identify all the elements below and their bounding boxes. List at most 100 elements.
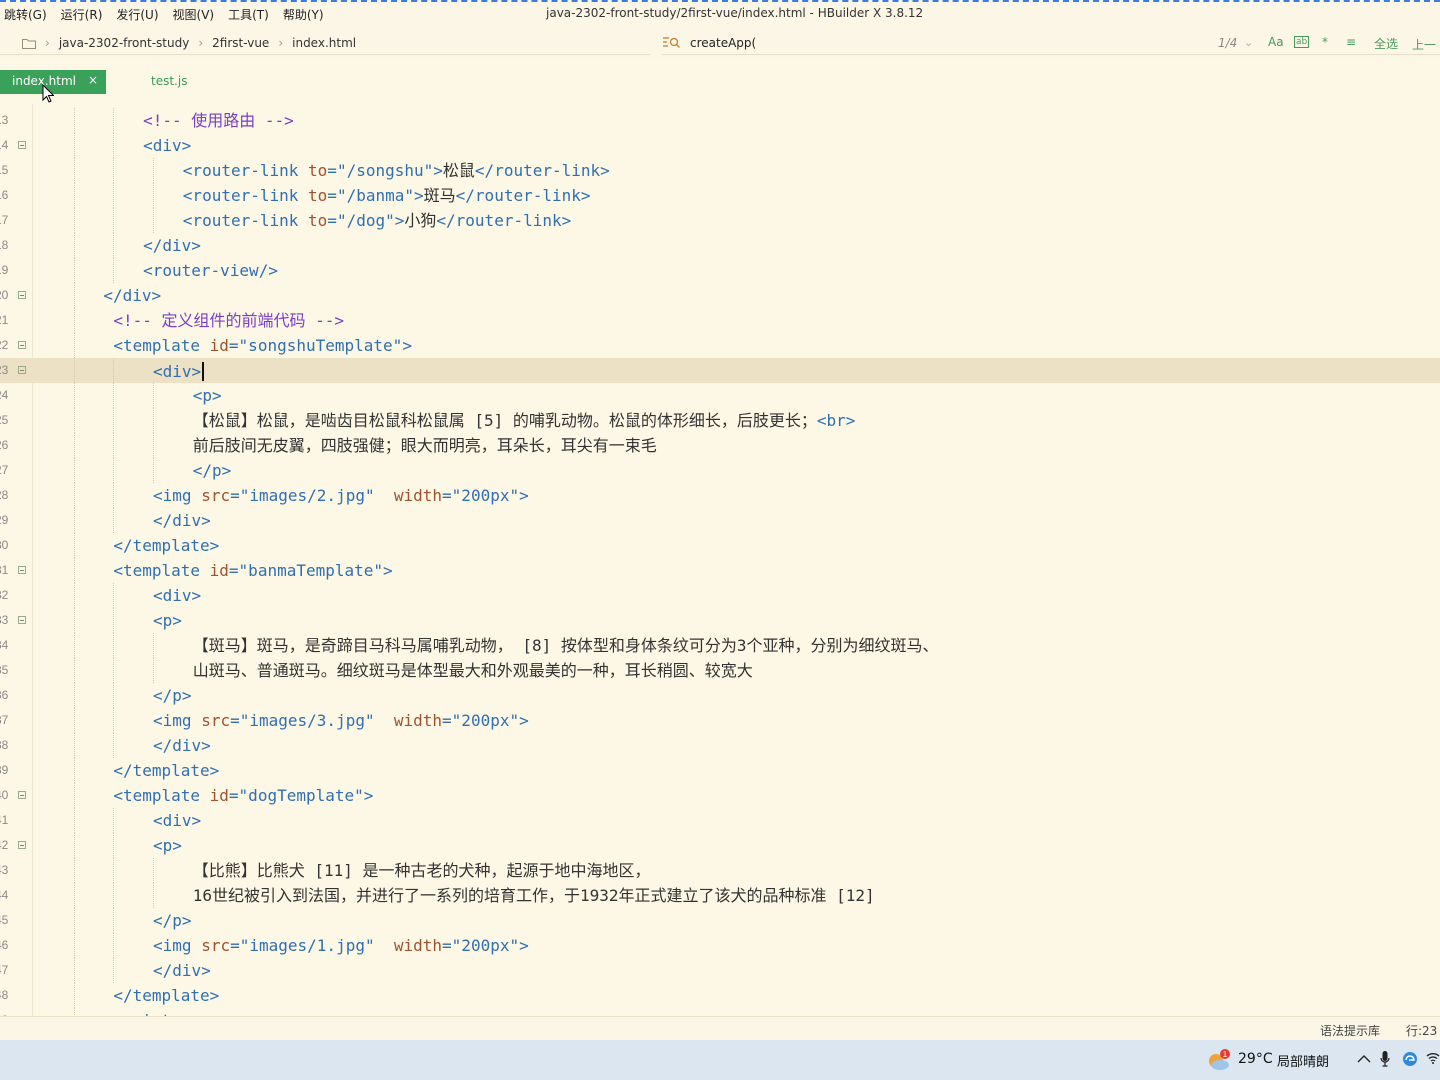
line-number[interactable]: 46 <box>0 933 15 958</box>
previous-match-button[interactable]: 上一 <box>1412 36 1436 53</box>
code-line[interactable]: 49 <script> <box>0 1008 1440 1016</box>
code-text[interactable]: </div> <box>153 733 211 758</box>
code-text[interactable]: </div> <box>143 233 201 258</box>
line-number[interactable]: 35 <box>0 658 15 683</box>
tab-test-js[interactable]: test.js <box>151 74 187 88</box>
code-line[interactable]: 14 <div> <box>0 133 1440 158</box>
line-number[interactable]: 37 <box>0 708 15 733</box>
folder-icon[interactable] <box>22 38 36 49</box>
code-line[interactable]: 34 【斑马】斑马，是奇蹄目马科马属哺乳动物， [8] 按体型和身体条纹可分为3个… <box>0 633 1440 658</box>
line-number[interactable]: 16 <box>0 183 15 208</box>
search-bar[interactable]: createApp( 1/4 ⌄ Aa ab * ≡ 全选 上一 <box>662 34 1440 56</box>
code-line[interactable]: 27 </p> <box>0 458 1440 483</box>
weather-description[interactable]: 局部晴朗 <box>1277 1051 1329 1070</box>
line-number[interactable]: 42 <box>0 833 15 858</box>
code-editor[interactable]: 13<!-- 使用路由 -->14<div>15<router-link to=… <box>0 104 1440 1016</box>
code-line[interactable]: 40 <template id="dogTemplate"> <box>0 783 1440 808</box>
code-text[interactable]: <router-view/> <box>143 258 278 283</box>
code-text[interactable]: <div> <box>143 133 191 158</box>
code-line[interactable]: 33 <p> <box>0 608 1440 633</box>
line-number[interactable]: 27 <box>0 458 15 483</box>
code-text[interactable]: <template id="banmaTemplate"> <box>113 558 392 583</box>
code-line[interactable]: 17 <router-link to="/dog">小狗</router-link… <box>0 208 1440 233</box>
line-number[interactable]: 40 <box>0 783 15 808</box>
code-line[interactable]: 39 </template> <box>0 758 1440 783</box>
code-text[interactable]: <router-link to="/dog">小狗</router-link> <box>183 208 571 233</box>
code-line[interactable]: 35 山斑马、普通斑马。细纹斑马是体型最大和外观最美的一种，耳长稍圆、较宽大 <box>0 658 1440 683</box>
chevron-up-icon[interactable] <box>1357 1052 1371 1068</box>
code-text[interactable]: 【比熊】比熊犬 [11] 是一种古老的犬种，起源于地中海地区， <box>193 858 651 883</box>
code-text[interactable]: <p> <box>193 383 222 408</box>
line-number[interactable]: 17 <box>0 208 15 233</box>
line-number[interactable]: 15 <box>0 158 15 183</box>
code-line[interactable]: 20 </div> <box>0 283 1440 308</box>
code-line[interactable]: 21 <!-- 定义组件的前端代码 --> <box>0 308 1440 333</box>
breadcrumb-folder[interactable]: 2first-vue <box>212 36 269 50</box>
close-icon[interactable]: × <box>88 73 98 87</box>
code-line[interactable]: 41 <div> <box>0 808 1440 833</box>
line-number[interactable]: 49 <box>0 1008 15 1016</box>
fold-toggle-icon[interactable] <box>18 366 26 374</box>
line-number[interactable]: 22 <box>0 333 15 358</box>
fold-toggle-icon[interactable] <box>18 141 26 149</box>
line-number[interactable]: 13 <box>0 108 15 133</box>
line-number[interactable]: 25 <box>0 408 15 433</box>
code-text[interactable]: <img src="images/1.jpg" width="200px"> <box>153 933 529 958</box>
line-number[interactable]: 21 <box>0 308 15 333</box>
line-number[interactable]: 44 <box>0 883 15 908</box>
code-text[interactable]: </p> <box>193 458 232 483</box>
code-line[interactable]: 36 </p> <box>0 683 1440 708</box>
line-number[interactable]: 31 <box>0 558 15 583</box>
code-text[interactable]: </div> <box>153 958 211 983</box>
line-number[interactable]: 48 <box>0 983 15 1008</box>
code-text[interactable]: 16世纪被引入到法国，并进行了一系列的培育工作，于1932年正式建立了该犬的品种… <box>193 883 875 908</box>
code-line[interactable]: 18 </div> <box>0 233 1440 258</box>
code-line[interactable]: 38 </div> <box>0 733 1440 758</box>
line-number[interactable]: 14 <box>0 133 15 158</box>
code-line[interactable]: 13 <!-- 使用路由 --> <box>0 108 1440 133</box>
chevron-down-icon[interactable]: ⌄ <box>1244 36 1253 49</box>
line-number[interactable]: 24 <box>0 383 15 408</box>
weather-icon[interactable]: 1 <box>1206 1048 1232 1076</box>
line-number[interactable]: 20 <box>0 283 15 308</box>
code-line[interactable]: 30 </template> <box>0 533 1440 558</box>
syntax-hint-library[interactable]: 语法提示库 <box>1320 1022 1380 1039</box>
select-all-button[interactable]: 全选 <box>1374 35 1398 52</box>
code-text[interactable]: <img src="images/2.jpg" width="200px"> <box>153 483 529 508</box>
line-number[interactable]: 39 <box>0 758 15 783</box>
line-number[interactable]: 28 <box>0 483 15 508</box>
line-number[interactable]: 30 <box>0 533 15 558</box>
line-number[interactable]: 26 <box>0 433 15 458</box>
menu-run[interactable]: 运行(R) <box>61 6 103 23</box>
code-text[interactable]: <!-- 定义组件的前端代码 --> <box>113 308 344 333</box>
code-line[interactable]: 29 </div> <box>0 508 1440 533</box>
code-text[interactable]: <template id="songshuTemplate"> <box>113 333 412 358</box>
code-text[interactable]: <!-- 使用路由 --> <box>143 108 294 133</box>
regex-toggle[interactable]: * <box>1322 35 1328 49</box>
whole-word-toggle[interactable]: ab <box>1294 36 1310 48</box>
line-number[interactable]: 41 <box>0 808 15 833</box>
search-input[interactable]: createApp( <box>690 36 756 50</box>
code-text[interactable]: <img src="images/3.jpg" width="200px"> <box>153 708 529 733</box>
code-line[interactable]: 15 <router-link to="/songshu">松鼠</router-… <box>0 158 1440 183</box>
code-line[interactable]: 37 <img src="images/3.jpg" width="200px"> <box>0 708 1440 733</box>
code-text[interactable]: </p> <box>153 908 192 933</box>
code-line[interactable]: 48 </template> <box>0 983 1440 1008</box>
line-number[interactable]: 29 <box>0 508 15 533</box>
filter-toggle[interactable]: ≡ <box>1346 35 1356 49</box>
fold-toggle-icon[interactable] <box>18 791 26 799</box>
cursor-position[interactable]: 行:23 <box>1406 1022 1437 1039</box>
fold-toggle-icon[interactable] <box>18 341 26 349</box>
code-line[interactable]: 25 【松鼠】松鼠，是啮齿目松鼠科松鼠属 [5] 的哺乳动物。松鼠的体形细长，后肢… <box>0 408 1440 433</box>
line-number[interactable]: 36 <box>0 683 15 708</box>
code-line[interactable]: 24 <p> <box>0 383 1440 408</box>
code-line[interactable]: 22 <template id="songshuTemplate"> <box>0 333 1440 358</box>
code-text[interactable]: <p> <box>153 833 182 858</box>
code-line[interactable]: 42 <p> <box>0 833 1440 858</box>
code-line[interactable]: 45 </p> <box>0 908 1440 933</box>
fold-toggle-icon[interactable] <box>18 841 26 849</box>
fold-toggle-icon[interactable] <box>18 291 26 299</box>
code-text[interactable]: 前后肢间无皮翼，四肢强健；眼大而明亮，耳朵长，耳尖有一束毛 <box>193 433 657 458</box>
line-number[interactable]: 23 <box>0 358 15 383</box>
code-text[interactable]: </template> <box>113 533 219 558</box>
